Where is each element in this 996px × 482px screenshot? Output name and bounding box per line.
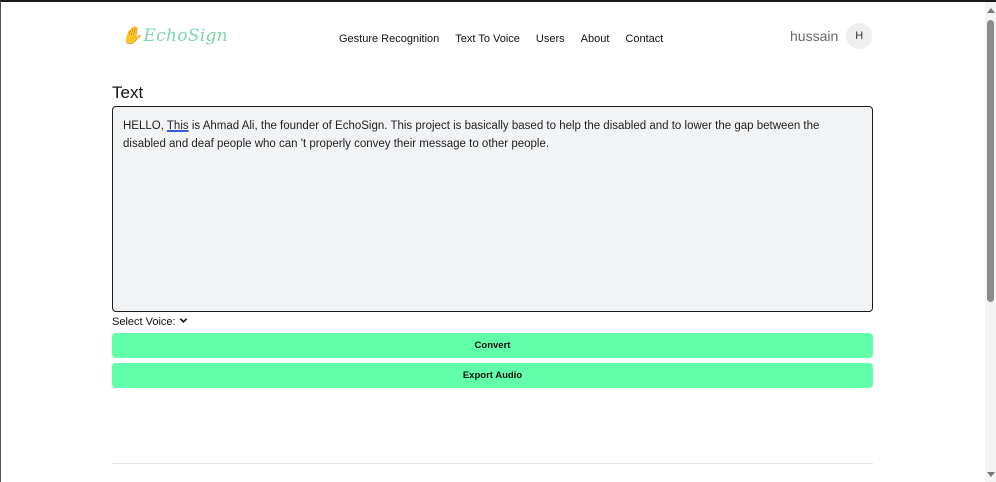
footer-divider [112, 463, 873, 464]
main-nav: Gesture Recognition Text To Voice Users … [339, 33, 663, 45]
page: ✋EchoSign Gesture Recognition Text To Vo… [1, 2, 986, 482]
scroll-up-arrow-icon[interactable] [987, 8, 995, 13]
export-audio-button[interactable]: Export Audio [112, 363, 873, 388]
text-input-area[interactable]: HELLO, This is Ahmad Ali, the founder of… [112, 106, 873, 312]
hand-logo-icon: ✋ [121, 26, 143, 46]
avatar[interactable]: H [846, 23, 873, 49]
username: hussain [790, 28, 839, 44]
nav-users[interactable]: Users [536, 33, 565, 45]
nav-gesture-recognition[interactable]: Gesture Recognition [339, 33, 439, 45]
text-segment: HELLO, [123, 120, 167, 132]
voice-select[interactable]: Select Voice: [112, 316, 188, 328]
scroll-down-arrow-icon[interactable] [987, 472, 995, 477]
spellcheck-word: This [166, 120, 189, 132]
vertical-scrollbar[interactable] [985, 2, 996, 482]
logo-text: EchoSign [143, 26, 228, 46]
text-segment: is Ahmad Ali, the founder of EchoSign. T… [123, 120, 820, 150]
nav-about[interactable]: About [581, 33, 610, 45]
echosign-logo[interactable]: ✋EchoSign [121, 26, 228, 46]
scroll-thumb[interactable] [987, 20, 994, 302]
convert-button[interactable]: Convert [112, 333, 873, 358]
user-menu[interactable]: hussain H [790, 23, 873, 49]
chevron-down-icon [179, 316, 188, 328]
nav-text-to-voice[interactable]: Text To Voice [455, 33, 520, 45]
voice-select-label: Select Voice: [112, 316, 176, 328]
nav-contact[interactable]: Contact [625, 33, 663, 45]
section-title: Text [112, 83, 144, 102]
